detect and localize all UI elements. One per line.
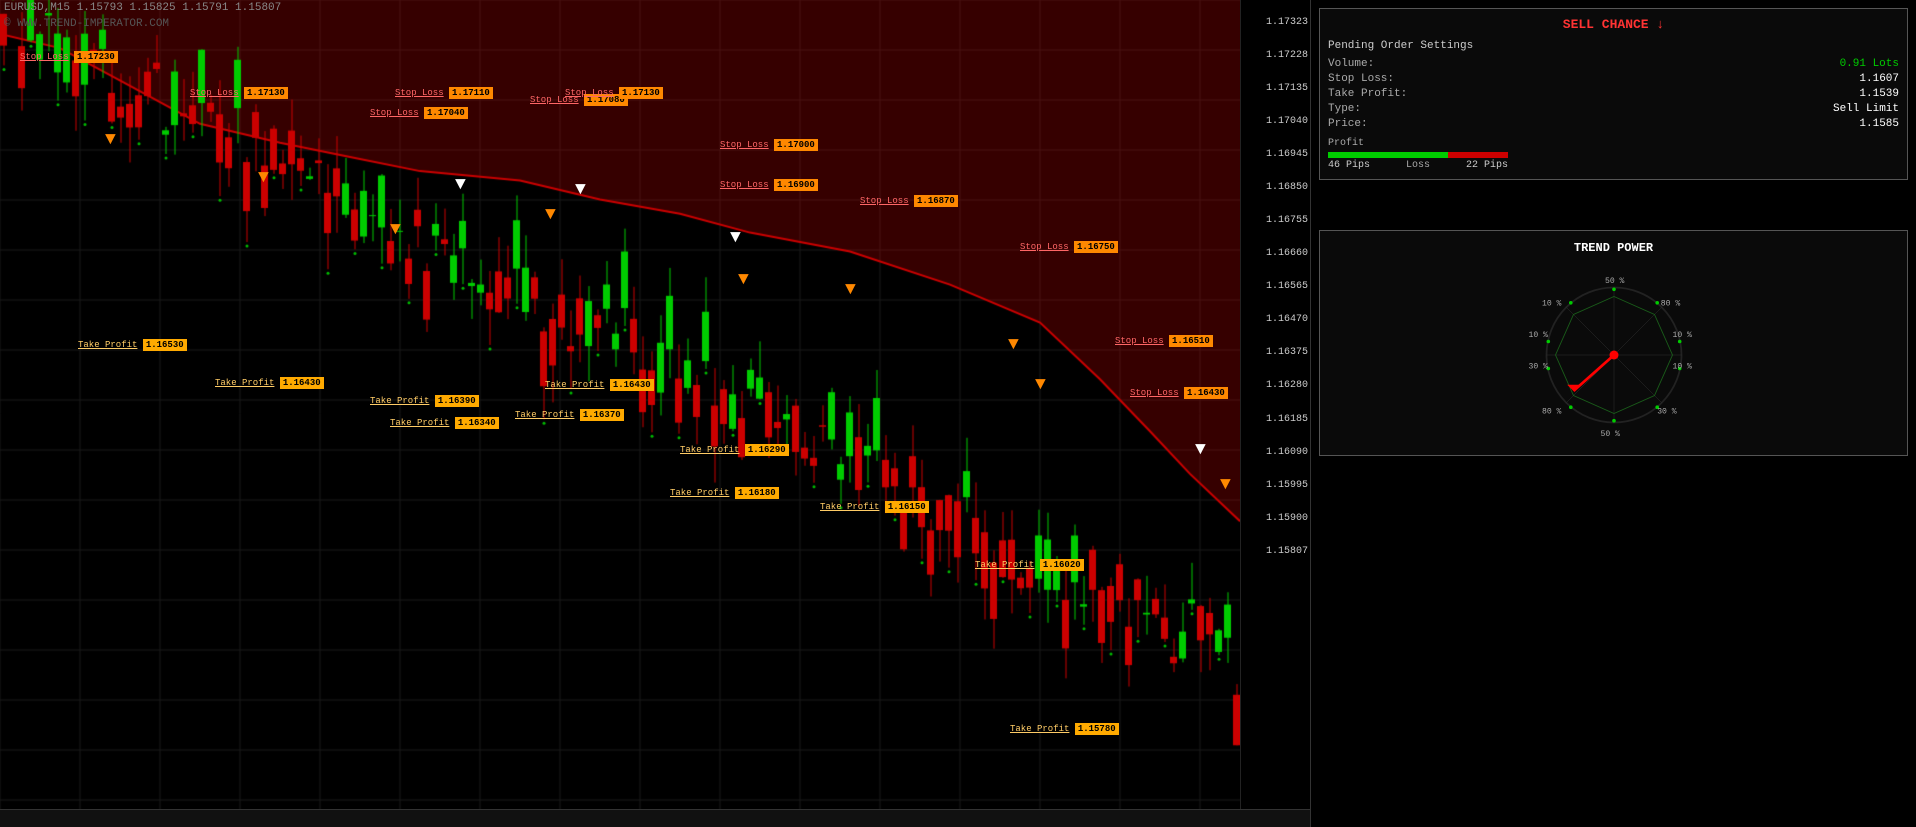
trend-power-title: TREND POWER [1330,241,1897,255]
arrow-orange: ▼ [1035,375,1046,395]
price-axis: 1.17323 1.17228 1.17135 1.17040 1.16945 1.168… [1240,0,1310,827]
order-row-type: Type: Sell Limit [1328,103,1899,115]
bottom-bar [0,809,1310,827]
arrow-white: ▼ [575,180,586,200]
svg-text:80 %: 80 % [1660,300,1680,309]
takeprofit-label: Take Profit: [1328,88,1407,100]
take-profit-label: Take Profit 1.16340 [390,418,499,428]
arrow-orange: ▼ [545,205,556,225]
price-tick: 1.16185 [1266,414,1308,425]
arrow-white: ▼ [730,228,741,248]
watermark: © WWW.TREND-IMPERATOR.COM [4,18,169,30]
order-row-takeprofit: Take Profit: 1.1539 [1328,88,1899,100]
order-row-stoploss: Stop Loss: 1.1607 [1328,73,1899,85]
stop-loss-label: Stop Loss 1.17130 [565,88,663,98]
volume-label: Volume: [1328,58,1374,70]
pending-order-title: Pending Order Settings [1328,40,1899,52]
stop-loss-label: Stop Loss 1.17130 [190,88,288,98]
take-profit-label: Take Profit 1.16430 [545,380,654,390]
svg-text:50 %: 50 % [1605,277,1625,286]
sell-chance-title: SELL CHANCE ↓ [1328,17,1899,32]
type-label: Type: [1328,103,1361,115]
gauge-svg: 50 % 80 % 10 % 10 % 30 % 50 % 80 % 30 % … [1524,265,1704,445]
price-tick: 1.17323 [1266,17,1308,28]
price-tick: 1.16565 [1266,281,1308,292]
take-profit-label: Take Profit 1.16180 [670,488,779,498]
svg-text:10 %: 10 % [1672,331,1692,340]
arrow-white: ▼ [455,175,466,195]
price-tick: 1.17040 [1266,116,1308,127]
stop-loss-label: Stop Loss 1.17230 [20,52,118,62]
price-tick: 1.16660 [1266,248,1308,259]
stop-loss-label: Stop Loss 1.17000 [720,140,818,150]
price-tick: 1.16280 [1266,380,1308,391]
price-tick: 1.17228 [1266,50,1308,61]
svg-text:30 %: 30 % [1528,363,1548,372]
svg-text:80 %: 80 % [1542,408,1562,417]
chart-title: EURUSD,M15 1.15793 1.15825 1.15791 1.158… [4,2,281,14]
loss-pips: 22 Pips [1466,160,1508,171]
profit-column: Profit 46 Pips Loss 22 Pips [1328,138,1508,171]
svg-text:10 %: 10 % [1672,363,1692,372]
price-tick: 1.15900 [1266,513,1308,524]
right-panel: SELL CHANCE ↓ Pending Order Settings Vol… [1310,0,1916,827]
svg-text:30 %: 30 % [1657,408,1677,417]
arrow-orange: ▼ [258,168,269,188]
price-label: Price: [1328,118,1368,130]
profit-loss-section: Profit 46 Pips Loss 22 Pips [1328,138,1899,171]
take-profit-label: Take Profit 1.16290 [680,445,789,455]
price-tick: 1.17135 [1266,83,1308,94]
price-tick: 1.15807 [1266,546,1308,557]
order-row-price: Price: 1.1585 [1328,118,1899,130]
price-tick: 1.16375 [1266,347,1308,358]
arrow-orange: ▼ [1008,335,1019,355]
gauge-container: 50 % 80 % 10 % 10 % 30 % 50 % 80 % 30 % … [1524,265,1704,445]
stop-loss-label: Stop Loss 1.17110 [395,88,493,98]
take-profit-label: Take Profit 1.16430 [215,378,324,388]
loss-label: Loss [1406,160,1430,171]
price-tick: 1.16850 [1266,182,1308,193]
stop-loss-label: Stop Loss 1.16750 [1020,242,1118,252]
volume-value: 0.91 Lots [1840,58,1899,70]
arrow-orange: ▼ [1220,475,1231,495]
type-value: Sell Limit [1833,103,1899,115]
take-profit-label: Take Profit 1.16150 [820,502,929,512]
price-tick: 1.16470 [1266,314,1308,325]
profit-pips: 46 Pips [1328,160,1370,171]
price-tick: 1.16945 [1266,149,1308,160]
price-tick: 1.16755 [1266,215,1308,226]
stoploss-label: Stop Loss: [1328,73,1394,85]
svg-text:10 %: 10 % [1542,300,1562,309]
price-value: 1.1585 [1859,118,1899,130]
profit-label: Profit [1328,138,1508,149]
svg-text:10 %: 10 % [1528,331,1548,340]
take-profit-label: Take Profit 1.16390 [370,396,479,406]
profit-green-bar [1328,152,1448,158]
stop-loss-label: Stop Loss 1.16900 [720,180,818,190]
chart-area: EURUSD,M15 1.15793 1.15825 1.15791 1.158… [0,0,1310,827]
take-profit-label: Take Profit 1.15780 [1010,724,1119,734]
arrow-orange: ▼ [845,280,856,300]
arrow-white: ▼ [1195,440,1206,460]
price-tick: 1.16090 [1266,447,1308,458]
take-profit-label: Take Profit 1.16020 [975,560,1084,570]
trend-power-box: TREND POWER [1319,230,1908,456]
arrow-orange: ▼ [738,270,749,290]
svg-text:50 %: 50 % [1600,430,1620,439]
take-profit-label: Take Profit 1.16530 [78,340,187,350]
loss-red-bar [1448,152,1508,158]
arrow-orange: ▼ [105,130,116,150]
stop-loss-label: Stop Loss 1.16870 [860,196,958,206]
take-profit-label: Take Profit 1.16370 [515,410,624,420]
chart-header: EURUSD,M15 1.15793 1.15825 1.15791 1.158… [4,2,281,14]
stoploss-value: 1.1607 [1859,73,1899,85]
arrow-orange: ▼ [390,220,401,240]
takeprofit-value: 1.1539 [1859,88,1899,100]
price-tick: 1.15995 [1266,480,1308,491]
order-row-volume: Volume: 0.91 Lots [1328,58,1899,70]
stop-loss-label: Stop Loss 1.16430 [1130,388,1228,398]
sell-chance-box: SELL CHANCE ↓ Pending Order Settings Vol… [1319,8,1908,180]
stop-loss-label: Stop Loss 1.17040 [370,108,468,118]
stop-loss-label: Stop Loss 1.16510 [1115,336,1213,346]
